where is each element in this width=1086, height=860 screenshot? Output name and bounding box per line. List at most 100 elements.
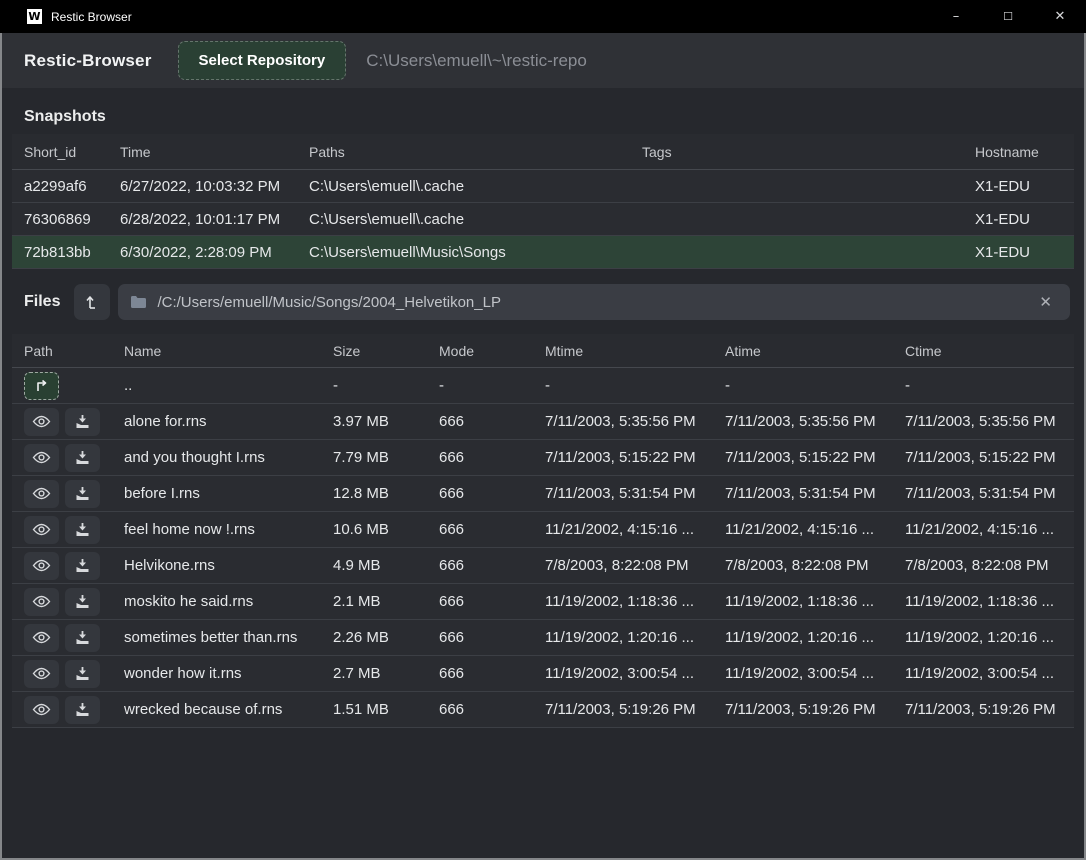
path-breadcrumb[interactable]: /C:/Users/emuell/Music/Songs/2004_Helvet… xyxy=(118,284,1070,320)
app-window: W Restic Browser – ☐ ✕ Restic-Browser Se… xyxy=(0,0,1086,860)
snapshot-time: 6/28/2022, 10:01:17 PM xyxy=(108,211,297,228)
file-mode: 666 xyxy=(427,665,533,682)
file-mtime: 11/19/2002, 1:20:16 ... xyxy=(533,629,713,646)
column-header-mode: Mode xyxy=(427,343,533,359)
repository-path: C:\Users\emuell\~\restic-repo xyxy=(366,51,587,71)
minimize-button[interactable]: – xyxy=(930,0,982,33)
download-file-button[interactable] xyxy=(65,660,100,688)
file-atime: 11/19/2002, 1:18:36 ... xyxy=(713,593,893,610)
file-ctime: 11/19/2002, 1:18:36 ... xyxy=(893,593,1074,610)
column-header-short-id: Short_id xyxy=(12,144,108,160)
close-button[interactable]: ✕ xyxy=(1034,0,1086,33)
file-size: 2.7 MB xyxy=(321,665,427,682)
view-file-button[interactable] xyxy=(24,444,59,472)
eye-icon xyxy=(32,523,51,536)
download-file-button[interactable] xyxy=(65,552,100,580)
snapshot-row[interactable]: a2299af6 6/27/2022, 10:03:32 PM C:\Users… xyxy=(12,170,1074,203)
view-file-button[interactable] xyxy=(24,624,59,652)
download-file-button[interactable] xyxy=(65,408,100,436)
snapshots-table: Short_id Time Paths Tags Hostname a2299a… xyxy=(12,134,1074,269)
file-mode: 666 xyxy=(427,485,533,502)
view-file-button[interactable] xyxy=(24,588,59,616)
view-file-button[interactable] xyxy=(24,552,59,580)
file-atime: 7/8/2003, 8:22:08 PM xyxy=(713,557,893,574)
file-atime: 7/11/2003, 5:31:54 PM xyxy=(713,485,893,502)
eye-icon xyxy=(32,415,51,428)
select-repository-button[interactable]: Select Repository xyxy=(178,41,347,80)
file-size: 1.51 MB xyxy=(321,701,427,718)
file-row: Helvikone.rns 4.9 MB 666 7/8/2003, 8:22:… xyxy=(12,548,1074,584)
view-file-button[interactable] xyxy=(24,408,59,436)
file-name: before I.rns xyxy=(112,485,321,502)
snapshot-short-id: a2299af6 xyxy=(12,178,108,195)
download-file-button[interactable] xyxy=(65,516,100,544)
snapshot-hostname: X1-EDU xyxy=(963,211,1074,228)
column-header-hostname: Hostname xyxy=(963,144,1074,160)
column-header-path: Path xyxy=(12,343,112,359)
file-size: 3.97 MB xyxy=(321,413,427,430)
file-mtime: 7/11/2003, 5:15:22 PM xyxy=(533,449,713,466)
snapshot-time: 6/27/2022, 10:03:32 PM xyxy=(108,178,297,195)
file-row: feel home now !.rns 10.6 MB 666 11/21/20… xyxy=(12,512,1074,548)
file-ctime: 7/11/2003, 5:35:56 PM xyxy=(893,413,1074,430)
file-size: 12.8 MB xyxy=(321,485,427,502)
column-header-size: Size xyxy=(321,343,427,359)
download-icon xyxy=(75,630,90,645)
parent-directory-row: .. - - - - - xyxy=(12,368,1074,404)
file-atime: 7/11/2003, 5:19:26 PM xyxy=(713,701,893,718)
download-file-button[interactable] xyxy=(65,588,100,616)
file-size: 10.6 MB xyxy=(321,521,427,538)
file-mode: 666 xyxy=(427,521,533,538)
file-name: moskito he said.rns xyxy=(112,593,321,610)
go-to-root-button[interactable] xyxy=(74,284,110,320)
file-ctime: 7/11/2003, 5:19:26 PM xyxy=(893,701,1074,718)
eye-icon xyxy=(32,667,51,680)
view-file-button[interactable] xyxy=(24,480,59,508)
view-file-button[interactable] xyxy=(24,660,59,688)
file-mode: 666 xyxy=(427,629,533,646)
clear-path-button[interactable]: ✕ xyxy=(1033,289,1058,315)
file-row: before I.rns 12.8 MB 666 7/11/2003, 5:31… xyxy=(12,476,1074,512)
file-mtime: 7/11/2003, 5:19:26 PM xyxy=(533,701,713,718)
up-right-arrow-icon xyxy=(34,379,50,393)
file-name: and you thought I.rns xyxy=(112,449,321,466)
file-name: feel home now !.rns xyxy=(112,521,321,538)
files-table-header: Path Name Size Mode Mtime Atime Ctime xyxy=(12,334,1074,368)
file-size: 7.79 MB xyxy=(321,449,427,466)
file-mode: 666 xyxy=(427,557,533,574)
snapshot-row[interactable]: 76306869 6/28/2022, 10:01:17 PM C:\Users… xyxy=(12,203,1074,236)
eye-icon xyxy=(32,559,51,572)
file-name: alone for.rns xyxy=(112,413,321,430)
download-file-button[interactable] xyxy=(65,696,100,724)
window-title: Restic Browser xyxy=(51,10,132,24)
eye-icon xyxy=(32,631,51,644)
eye-icon xyxy=(32,487,51,500)
file-size: 2.1 MB xyxy=(321,593,427,610)
file-name: Helvikone.rns xyxy=(112,557,321,574)
eye-icon xyxy=(32,451,51,464)
snapshot-row-selected[interactable]: 72b813bb 6/30/2022, 2:28:09 PM C:\Users\… xyxy=(12,236,1074,269)
download-file-button[interactable] xyxy=(65,444,100,472)
snapshot-time: 6/30/2022, 2:28:09 PM xyxy=(108,244,297,261)
download-icon xyxy=(75,450,90,465)
file-mtime: 11/19/2002, 1:18:36 ... xyxy=(533,593,713,610)
file-row: wonder how it.rns 2.7 MB 666 11/19/2002,… xyxy=(12,656,1074,692)
snapshots-table-header: Short_id Time Paths Tags Hostname xyxy=(12,134,1074,170)
go-to-parent-button[interactable] xyxy=(24,372,59,400)
app-logo-icon: W xyxy=(27,9,42,24)
files-bar: Files /C:/Users/emuell/Music/Songs/2004_… xyxy=(24,283,1070,321)
column-header-paths: Paths xyxy=(297,144,630,160)
download-icon xyxy=(75,522,90,537)
view-file-button[interactable] xyxy=(24,696,59,724)
download-file-button[interactable] xyxy=(65,624,100,652)
maximize-button[interactable]: ☐ xyxy=(982,0,1034,33)
view-file-button[interactable] xyxy=(24,516,59,544)
column-header-atime: Atime xyxy=(713,343,893,359)
file-row: alone for.rns 3.97 MB 666 7/11/2003, 5:3… xyxy=(12,404,1074,440)
file-mtime: 7/11/2003, 5:31:54 PM xyxy=(533,485,713,502)
eye-icon xyxy=(32,595,51,608)
column-header-ctime: Ctime xyxy=(893,343,1074,359)
download-file-button[interactable] xyxy=(65,480,100,508)
file-mtime: 7/11/2003, 5:35:56 PM xyxy=(533,413,713,430)
file-name: wrecked because of.rns xyxy=(112,701,321,718)
